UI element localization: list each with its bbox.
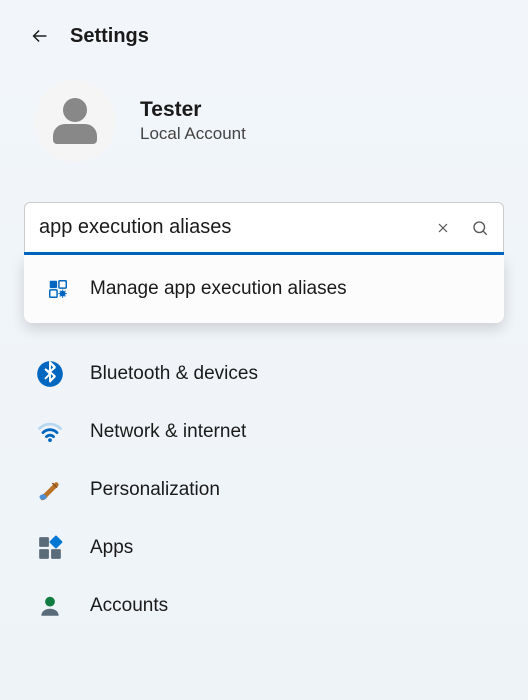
- apps-icon: [36, 534, 64, 562]
- apps-gear-icon: [46, 277, 70, 301]
- back-button[interactable]: [28, 24, 52, 48]
- search-result-label: Manage app execution aliases: [90, 278, 347, 300]
- avatar: [34, 80, 116, 162]
- clear-button[interactable]: [435, 220, 451, 236]
- person-icon: [36, 592, 64, 620]
- brush-icon: [36, 476, 64, 504]
- search-icon: [471, 219, 489, 237]
- nav-label: Apps: [90, 537, 133, 559]
- profile-subtitle: Local Account: [140, 124, 246, 144]
- header: Settings: [0, 0, 528, 68]
- profile-section[interactable]: Tester Local Account: [0, 68, 528, 186]
- search-button[interactable]: [471, 219, 489, 237]
- search-result-item[interactable]: Manage app execution aliases: [30, 269, 498, 309]
- nav-label: Network & internet: [90, 421, 246, 443]
- close-icon: [435, 220, 451, 236]
- wifi-icon: [36, 418, 64, 446]
- sidebar-item-bluetooth[interactable]: Bluetooth & devices: [24, 345, 504, 403]
- page-title: Settings: [70, 25, 149, 48]
- sidebar-item-accounts[interactable]: Accounts: [24, 577, 504, 635]
- bluetooth-icon: [36, 360, 64, 388]
- profile-name: Tester: [140, 98, 246, 122]
- nav-list: Bluetooth & devices Network & internet P…: [0, 345, 528, 635]
- search-box[interactable]: [24, 202, 504, 252]
- profile-text: Tester Local Account: [140, 98, 246, 144]
- search-container: Manage app execution aliases: [24, 202, 504, 255]
- sidebar-item-personalization[interactable]: Personalization: [24, 461, 504, 519]
- search-results-dropdown: Manage app execution aliases: [24, 255, 504, 323]
- nav-label: Personalization: [90, 479, 220, 501]
- nav-label: Accounts: [90, 595, 168, 617]
- sidebar-item-network[interactable]: Network & internet: [24, 403, 504, 461]
- arrow-left-icon: [29, 25, 51, 47]
- nav-label: Bluetooth & devices: [90, 363, 258, 385]
- sidebar-item-apps[interactable]: Apps: [24, 519, 504, 577]
- search-input[interactable]: [39, 216, 435, 239]
